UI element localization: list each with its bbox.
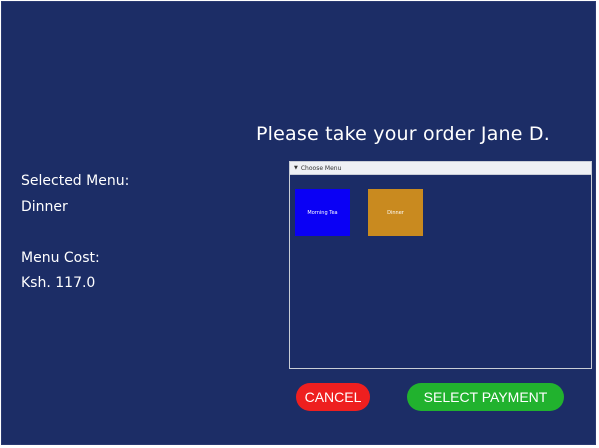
triangle-down-icon: ▼ <box>294 165 298 171</box>
menu-option-morning-tea[interactable]: Morning Tea <box>295 189 350 236</box>
menu-option-label: Dinner <box>387 209 404 216</box>
selected-menu-value: Dinner <box>21 199 68 215</box>
app-window: Please take your order Jane D. Selected … <box>1 1 596 445</box>
choose-menu-header[interactable]: ▼ Choose Menu <box>290 162 591 175</box>
selected-menu-label: Selected Menu: <box>21 173 130 189</box>
select-payment-button[interactable]: SELECT PAYMENT <box>407 383 564 411</box>
menu-option-label: Morning Tea <box>307 209 338 216</box>
greeting-title: Please take your order Jane D. <box>256 123 550 145</box>
menu-cost-label: Menu Cost: <box>21 250 100 266</box>
cancel-button[interactable]: CANCEL <box>296 383 370 411</box>
menu-option-dinner[interactable]: Dinner <box>368 189 423 236</box>
choose-menu-panel: ▼ Choose Menu Morning Tea Dinner <box>289 161 592 369</box>
menu-cost-value: Ksh. 117.0 <box>21 275 96 291</box>
choose-menu-title: Choose Menu <box>300 164 342 172</box>
